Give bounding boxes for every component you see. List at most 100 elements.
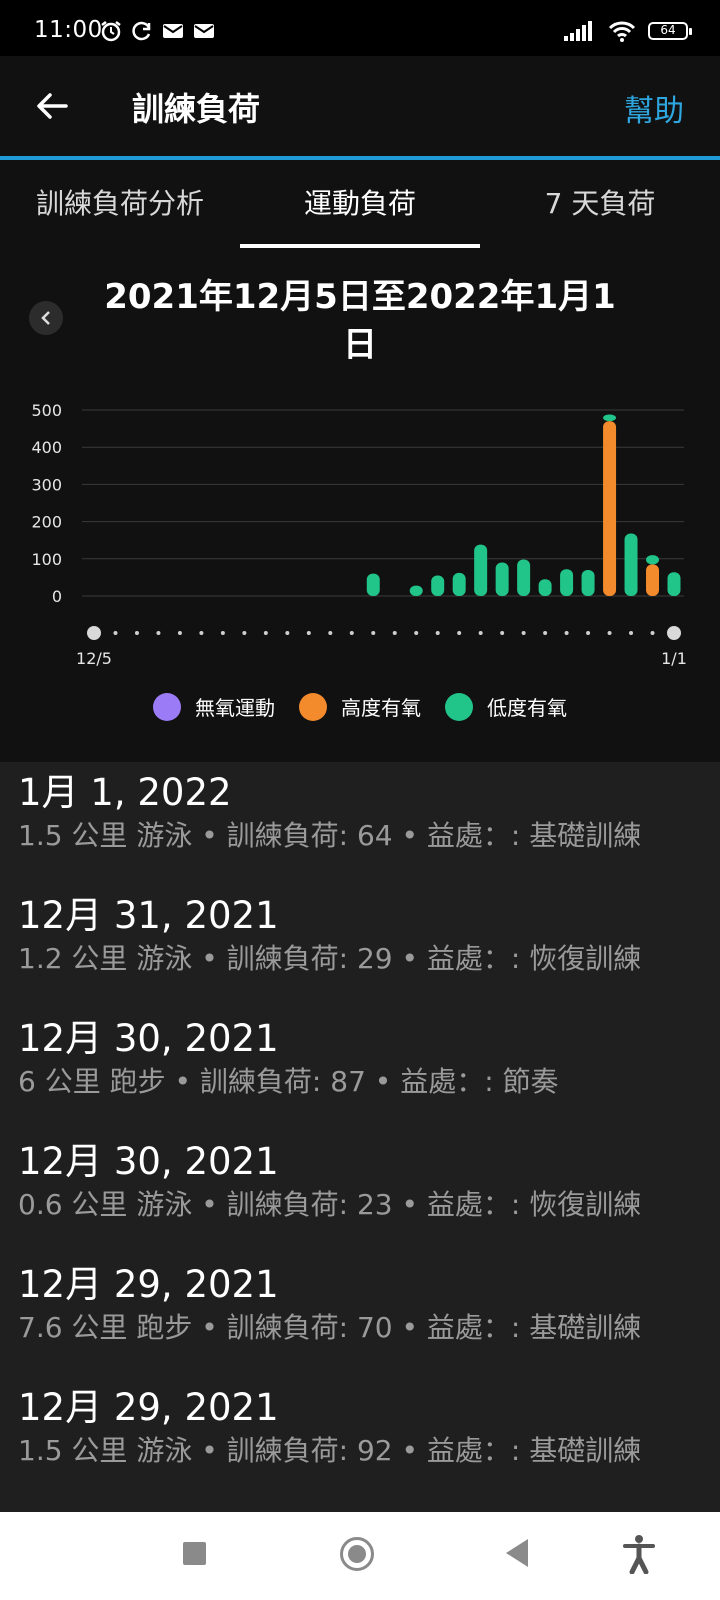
x-axis-dot <box>457 631 462 635</box>
x-axis-dot <box>134 631 139 635</box>
x-axis-dot <box>156 631 161 635</box>
chart-bar <box>603 421 617 596</box>
x-axis-dot <box>629 631 634 635</box>
activity-date: 12月 29, 2021 <box>18 1386 279 1429</box>
chart-bar <box>517 559 531 596</box>
activity-list: 1月 1, 2022 1.5 公里 游泳 • 訓練負荷: 64 • 益處：: 基… <box>0 762 720 1512</box>
signal-icon <box>564 21 592 41</box>
legend-dot-icon <box>445 692 473 721</box>
x-axis-endpoint <box>87 626 101 640</box>
legend-label: 低度有氧 <box>487 696 567 720</box>
chart-bar <box>538 579 552 596</box>
x-axis-dot <box>650 631 655 635</box>
recents-button[interactable] <box>183 1542 206 1565</box>
chart-bar <box>581 569 595 596</box>
mail-icon <box>194 24 214 38</box>
legend-item-low-aerobic: 低度有氧 <box>445 692 567 721</box>
chart-bar <box>603 414 617 422</box>
list-item[interactable]: 12月 29, 2021 1.5 公里 游泳 • 訓練負荷: 92 • 益處：:… <box>18 1385 708 1471</box>
x-end-label: 1/1 <box>661 649 687 668</box>
legend-dot-icon <box>299 692 327 721</box>
x-axis-dot <box>564 631 569 635</box>
list-item[interactable]: 12月 30, 2021 0.6 公里 游泳 • 訓練負荷: 23 • 益處：:… <box>18 1139 708 1225</box>
x-axis-dot <box>607 631 612 635</box>
app-bar: 訓練負荷 幫助 <box>0 56 720 156</box>
x-axis-dot <box>414 631 419 635</box>
x-axis-dot <box>242 631 247 635</box>
status-left-icons <box>100 20 215 42</box>
accessibility-icon[interactable] <box>622 1534 656 1574</box>
activity-date: 12月 30, 2021 <box>18 1017 279 1060</box>
list-item[interactable]: 12月 30, 2021 6 公里 跑步 • 訓練負荷: 87 • 益處：: 節… <box>18 1016 708 1102</box>
activity-detail: 6 公里 跑步 • 訓練負荷: 87 • 益處：: 節奏 <box>18 1065 559 1098</box>
sync-icon <box>132 21 151 41</box>
mail-icon <box>163 24 183 38</box>
y-tick-label: 200 <box>31 513 62 532</box>
chart-bar <box>560 569 574 596</box>
y-tick-label: 500 <box>31 401 62 420</box>
tab-exercise-load[interactable]: 運動負荷 <box>240 160 480 248</box>
y-tick-label: 0 <box>52 587 62 606</box>
page-title: 訓練負荷 <box>132 90 261 128</box>
legend-item-high-aerobic: 高度有氧 <box>299 692 421 721</box>
back-arrow-icon[interactable] <box>34 88 70 124</box>
chart-bar <box>495 562 509 596</box>
chart-bar <box>667 572 681 596</box>
legend-label: 高度有氧 <box>341 696 421 720</box>
tab-bar: 訓練負荷分析 運動負荷 7 天負荷 <box>0 160 720 249</box>
list-item[interactable]: 12月 29, 2021 7.6 公里 跑步 • 訓練負荷: 70 • 益處：:… <box>18 1262 708 1348</box>
x-axis-dot <box>392 631 397 635</box>
activity-detail: 7.6 公里 跑步 • 訓練負荷: 70 • 益處：: 基礎訓練 <box>18 1311 642 1344</box>
home-button[interactable] <box>340 1537 374 1571</box>
activity-detail: 1.5 公里 游泳 • 訓練負荷: 92 • 益處：: 基礎訓練 <box>18 1434 642 1467</box>
chart-bar <box>452 572 466 596</box>
x-axis-dot <box>328 631 333 635</box>
date-range-title: 2021年12月5日至2022年1月1日 <box>104 277 616 365</box>
y-tick-label: 100 <box>31 550 62 569</box>
battery-icon: 64 <box>648 22 692 40</box>
chart-bar <box>474 544 488 596</box>
x-axis-dot <box>177 631 182 635</box>
x-axis-endpoint <box>667 626 681 640</box>
list-item[interactable]: 12月 31, 2021 1.2 公里 游泳 • 訓練負荷: 29 • 益處：:… <box>18 893 708 979</box>
status-bar: 11:00 64 <box>0 0 720 56</box>
tab-training-load-analysis[interactable]: 訓練負荷分析 <box>0 160 240 248</box>
chart-bar <box>366 573 380 596</box>
nav-back-button[interactable] <box>506 1539 528 1567</box>
x-axis-dot <box>500 631 505 635</box>
legend-dot-icon <box>153 692 181 721</box>
battery-level: 64 <box>660 23 676 37</box>
chart-section: 2021年12月5日至2022年1月1日 0 100 200 300 400 500 12/… <box>0 248 720 762</box>
list-item[interactable]: 1月 1, 2022 1.5 公里 游泳 • 訓練負荷: 64 • 益處：: 基… <box>18 770 708 856</box>
x-axis-dot <box>586 631 591 635</box>
activity-detail: 1.5 公里 游泳 • 訓練負荷: 64 • 益處：: 基礎訓練 <box>18 819 642 852</box>
activity-date: 12月 30, 2021 <box>18 1140 279 1183</box>
x-axis-dot <box>263 631 268 635</box>
chart-bar <box>624 533 638 596</box>
x-axis-dot <box>435 631 440 635</box>
chart-legend: 無氧運動 高度有氧 低度有氧 <box>0 692 720 721</box>
tab-7-day-load[interactable]: 7 天負荷 <box>480 160 720 248</box>
status-right-icons: 64 <box>564 20 692 42</box>
activity-detail: 1.2 公里 游泳 • 訓練負荷: 29 • 益處：: 恢復訓練 <box>18 942 642 975</box>
x-axis-dot <box>478 631 483 635</box>
chart-bar <box>646 564 660 596</box>
x-axis-dot <box>113 631 118 635</box>
chevron-left-icon <box>41 311 50 325</box>
x-axis-dot <box>285 631 290 635</box>
x-axis-dot <box>306 631 311 635</box>
legend-item-anaerobic: 無氧運動 <box>153 692 275 721</box>
system-nav-bar <box>0 1512 720 1600</box>
x-axis-dot <box>199 631 204 635</box>
activity-detail: 0.6 公里 游泳 • 訓練負荷: 23 • 益處：: 恢復訓練 <box>18 1188 642 1221</box>
y-tick-label: 300 <box>31 475 62 494</box>
previous-range-button[interactable] <box>29 301 63 335</box>
load-bar-chart: 0 100 200 300 400 500 12/5 1/1 <box>31 401 687 668</box>
x-axis-dot <box>220 631 225 635</box>
status-time: 11:00 <box>34 17 103 43</box>
chart-bar <box>646 555 660 565</box>
activity-date: 1月 1, 2022 <box>18 771 232 814</box>
x-axis-dot <box>543 631 548 635</box>
help-link[interactable]: 幫助 <box>624 86 684 130</box>
wifi-icon <box>608 21 636 42</box>
